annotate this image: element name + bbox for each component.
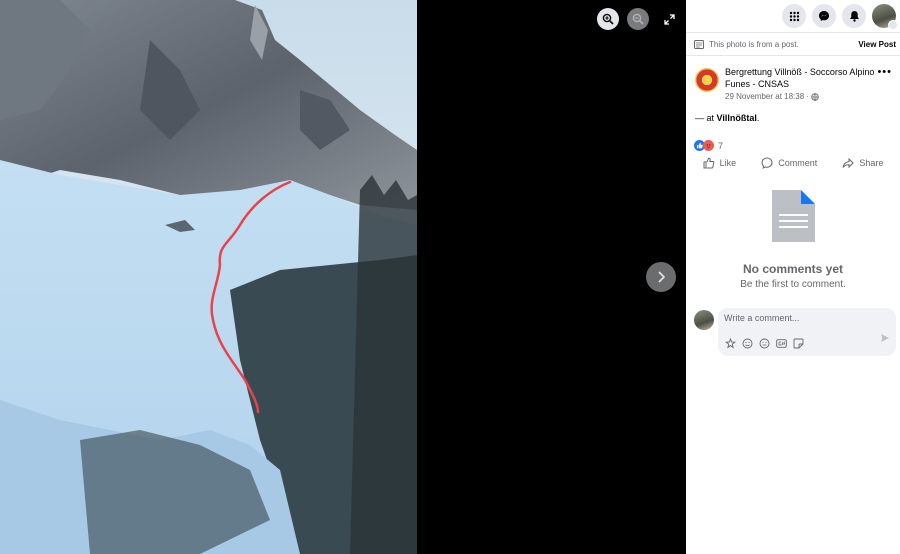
post-actions: Like Comment Share bbox=[686, 151, 900, 169]
reactions-summary[interactable]: 7 bbox=[686, 123, 900, 151]
share-label: Share bbox=[859, 158, 884, 168]
post-author[interactable]: Bergrettung Villnöß - Soccorso Alpino Fu… bbox=[725, 66, 877, 90]
zoom-out-icon bbox=[632, 13, 644, 25]
post-header: Bergrettung Villnöß - Soccorso Alpino Fu… bbox=[686, 56, 900, 101]
fullscreen-button[interactable] bbox=[658, 8, 680, 30]
no-comments-placeholder: No comments yet Be the first to comment. bbox=[686, 189, 900, 290]
chevron-down-icon bbox=[888, 20, 898, 30]
fullscreen-icon bbox=[663, 13, 675, 25]
comment-tools bbox=[724, 337, 804, 349]
no-comments-subtitle: Be the first to comment. bbox=[740, 279, 846, 290]
post-text: — at Villnößtal. bbox=[686, 101, 900, 123]
next-photo-button[interactable] bbox=[646, 262, 676, 292]
emoji-icon[interactable] bbox=[741, 337, 753, 349]
view-post-link[interactable]: View Post bbox=[858, 40, 896, 49]
page-avatar[interactable] bbox=[695, 68, 719, 92]
chevron-right-icon bbox=[658, 271, 666, 283]
gif-icon[interactable] bbox=[775, 337, 787, 349]
post-text-suffix: . bbox=[756, 113, 760, 123]
messenger-button[interactable] bbox=[812, 4, 836, 28]
like-label: Like bbox=[719, 158, 737, 168]
comment-icon bbox=[761, 157, 773, 169]
send-icon[interactable] bbox=[880, 330, 890, 348]
post-panel: This photo is from a post. View Post Ber… bbox=[686, 0, 900, 554]
smiley-icon[interactable] bbox=[758, 337, 770, 349]
separator: · bbox=[806, 92, 809, 101]
menu-button[interactable] bbox=[782, 4, 806, 28]
comment-placeholder[interactable]: Write a comment... bbox=[724, 313, 890, 323]
mountain-photo bbox=[0, 0, 417, 554]
angry-reaction-icon bbox=[703, 140, 714, 151]
sticker-icon[interactable] bbox=[792, 337, 804, 349]
top-bar bbox=[686, 0, 900, 32]
document-icon bbox=[772, 190, 815, 242]
share-button[interactable]: Share bbox=[842, 157, 883, 169]
post-icon bbox=[694, 39, 704, 49]
messenger-icon bbox=[819, 11, 829, 21]
user-avatar[interactable] bbox=[694, 310, 714, 330]
zoom-in-icon bbox=[602, 13, 614, 25]
globe-icon bbox=[811, 92, 819, 101]
more-options-icon[interactable]: ••• bbox=[877, 66, 892, 101]
post-timestamp[interactable]: 29 November at 18:38 bbox=[725, 92, 804, 101]
post-text-prefix: — at bbox=[695, 113, 717, 123]
comment-label: Comment bbox=[778, 158, 818, 168]
account-avatar[interactable] bbox=[872, 4, 898, 30]
comment-button[interactable]: Comment bbox=[761, 157, 817, 169]
no-comments-title: No comments yet bbox=[742, 262, 844, 276]
bell-icon bbox=[849, 11, 859, 22]
grid-menu-icon bbox=[789, 11, 799, 21]
photo-source-notice: This photo is from a post. View Post bbox=[686, 32, 900, 56]
zoom-in-button[interactable] bbox=[597, 8, 619, 30]
like-button[interactable]: Like bbox=[703, 157, 737, 169]
comment-input[interactable]: Write a comment... bbox=[718, 308, 896, 356]
notifications-button[interactable] bbox=[842, 4, 866, 28]
avatar-sticker-icon[interactable] bbox=[724, 337, 736, 349]
reaction-count[interactable]: 7 bbox=[718, 141, 723, 151]
zoom-out-button[interactable] bbox=[627, 8, 649, 30]
location-link[interactable]: Villnößtal bbox=[717, 113, 757, 123]
photo-viewer bbox=[0, 0, 686, 554]
notice-text: This photo is from a post. bbox=[709, 39, 799, 49]
comment-composer: Write a comment... bbox=[686, 290, 900, 356]
thumbs-up-icon bbox=[703, 157, 714, 169]
share-icon bbox=[842, 157, 855, 169]
